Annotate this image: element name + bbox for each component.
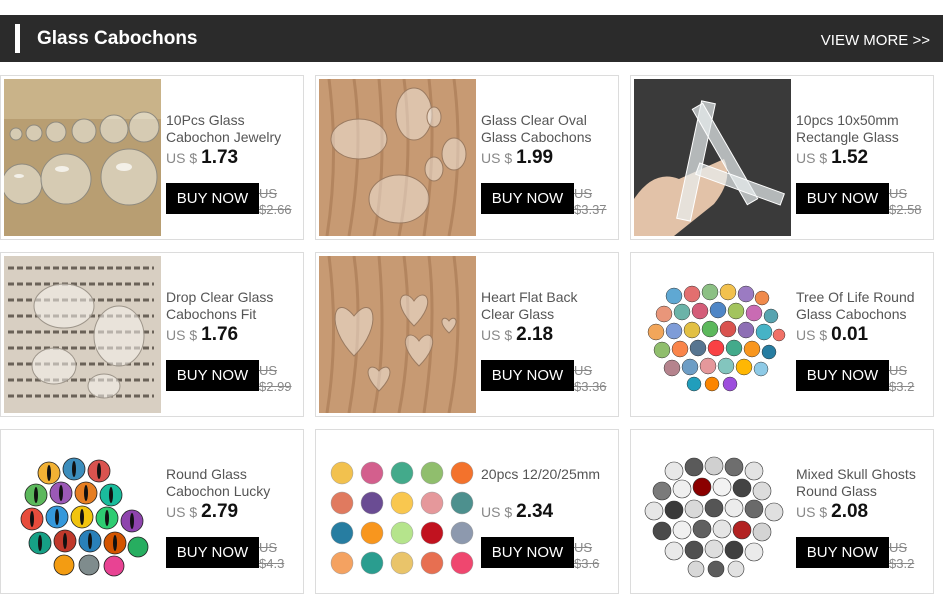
buy-now-button[interactable]: BUY NOW [166,537,259,568]
price-value: 2.34 [516,501,554,522]
price-value: 1.52 [831,147,869,168]
original-price: US $3.2 [889,540,915,571]
section-header: Glass Cabochons VIEW MORE >> [0,15,943,62]
original-price: US $2.99 [259,363,292,394]
product-price: US $2.79 [166,501,238,524]
product-name[interactable]: Tree Of Life Round Glass Cabochons [796,289,926,323]
product-image[interactable] [634,256,791,413]
product-price: US $1.99 [481,147,553,170]
buy-now-button[interactable]: BUY NOW [796,183,889,214]
currency-label: US $ [796,150,828,166]
product-price: US $1.76 [166,324,238,347]
product-card[interactable]: Drop Clear Glass Cabochons Fit US $1.76 … [0,252,304,417]
price-value: 2.08 [831,501,869,522]
product-price: US $0.01 [796,324,868,347]
product-card[interactable]: Mixed Skull Ghosts Round Glass US $2.08 … [630,429,934,594]
product-price: US $2.34 [481,501,553,524]
product-card[interactable]: Heart Flat Back Clear Glass US $2.18 BUY… [315,252,619,417]
product-image[interactable] [319,433,476,590]
buy-now-button[interactable]: BUY NOW [481,537,574,568]
buy-now-button[interactable]: BUY NOW [481,360,574,391]
original-price: US $2.58 [889,186,922,217]
price-value: 1.73 [201,147,239,168]
product-name[interactable]: Heart Flat Back Clear Glass [481,289,611,323]
product-card[interactable]: Tree Of Life Round Glass Cabochons US $0… [630,252,934,417]
product-image[interactable] [4,79,161,236]
product-name[interactable]: Round Glass Cabochon Lucky [166,466,296,500]
buy-now-button[interactable]: BUY NOW [796,537,889,568]
product-name[interactable]: 10Pcs Glass Cabochon Jewelry [166,112,296,146]
product-price: US $1.73 [166,147,238,170]
product-image[interactable] [319,79,476,236]
currency-label: US $ [166,504,198,520]
product-image[interactable] [319,256,476,413]
currency-label: US $ [166,327,198,343]
product-price: US $2.18 [481,324,553,347]
product-name[interactable]: Glass Clear Oval Glass Cabochons [481,112,611,146]
buy-now-button[interactable]: BUY NOW [166,360,259,391]
header-accent-bar [15,24,20,53]
product-price: US $2.08 [796,501,868,524]
product-image[interactable] [634,433,791,590]
currency-label: US $ [796,504,828,520]
product-card[interactable]: 10pcs 10x50mm Rectangle Glass US $1.52 B… [630,75,934,240]
product-name[interactable]: Drop Clear Glass Cabochons Fit [166,289,296,323]
product-image[interactable] [4,433,161,590]
original-price: US $3.6 [574,540,600,571]
original-price: US $3.36 [574,363,607,394]
section-title: Glass Cabochons [37,28,198,49]
view-more-link[interactable]: VIEW MORE >> [821,32,930,50]
buy-now-button[interactable]: BUY NOW [481,183,574,214]
currency-label: US $ [481,504,513,520]
original-price: US $3.37 [574,186,607,217]
currency-label: US $ [166,150,198,166]
product-name[interactable]: 10pcs 10x50mm Rectangle Glass [796,112,926,146]
product-image[interactable] [634,79,791,236]
price-value: 1.99 [516,147,554,168]
price-value: 1.76 [201,324,239,345]
currency-label: US $ [481,150,513,166]
currency-label: US $ [481,327,513,343]
product-card[interactable]: Glass Clear Oval Glass Cabochons US $1.9… [315,75,619,240]
buy-now-button[interactable]: BUY NOW [796,360,889,391]
product-image[interactable] [4,256,161,413]
product-name[interactable]: Mixed Skull Ghosts Round Glass [796,466,926,500]
product-card[interactable]: 10Pcs Glass Cabochon Jewelry US $1.73 BU… [0,75,304,240]
original-price: US $3.2 [889,363,915,394]
price-value: 2.18 [516,324,554,345]
product-card[interactable]: 20pcs 12/20/25mm US $2.34 BUY NOW US $3.6 [315,429,619,594]
buy-now-button[interactable]: BUY NOW [166,183,259,214]
product-price: US $1.52 [796,147,868,170]
price-value: 2.79 [201,501,239,522]
product-name[interactable]: 20pcs 12/20/25mm [481,466,611,500]
price-value: 0.01 [831,324,869,345]
currency-label: US $ [796,327,828,343]
original-price: US $2.66 [259,186,292,217]
original-price: US $4.3 [259,540,285,571]
product-card[interactable]: Round Glass Cabochon Lucky US $2.79 BUY … [0,429,304,594]
